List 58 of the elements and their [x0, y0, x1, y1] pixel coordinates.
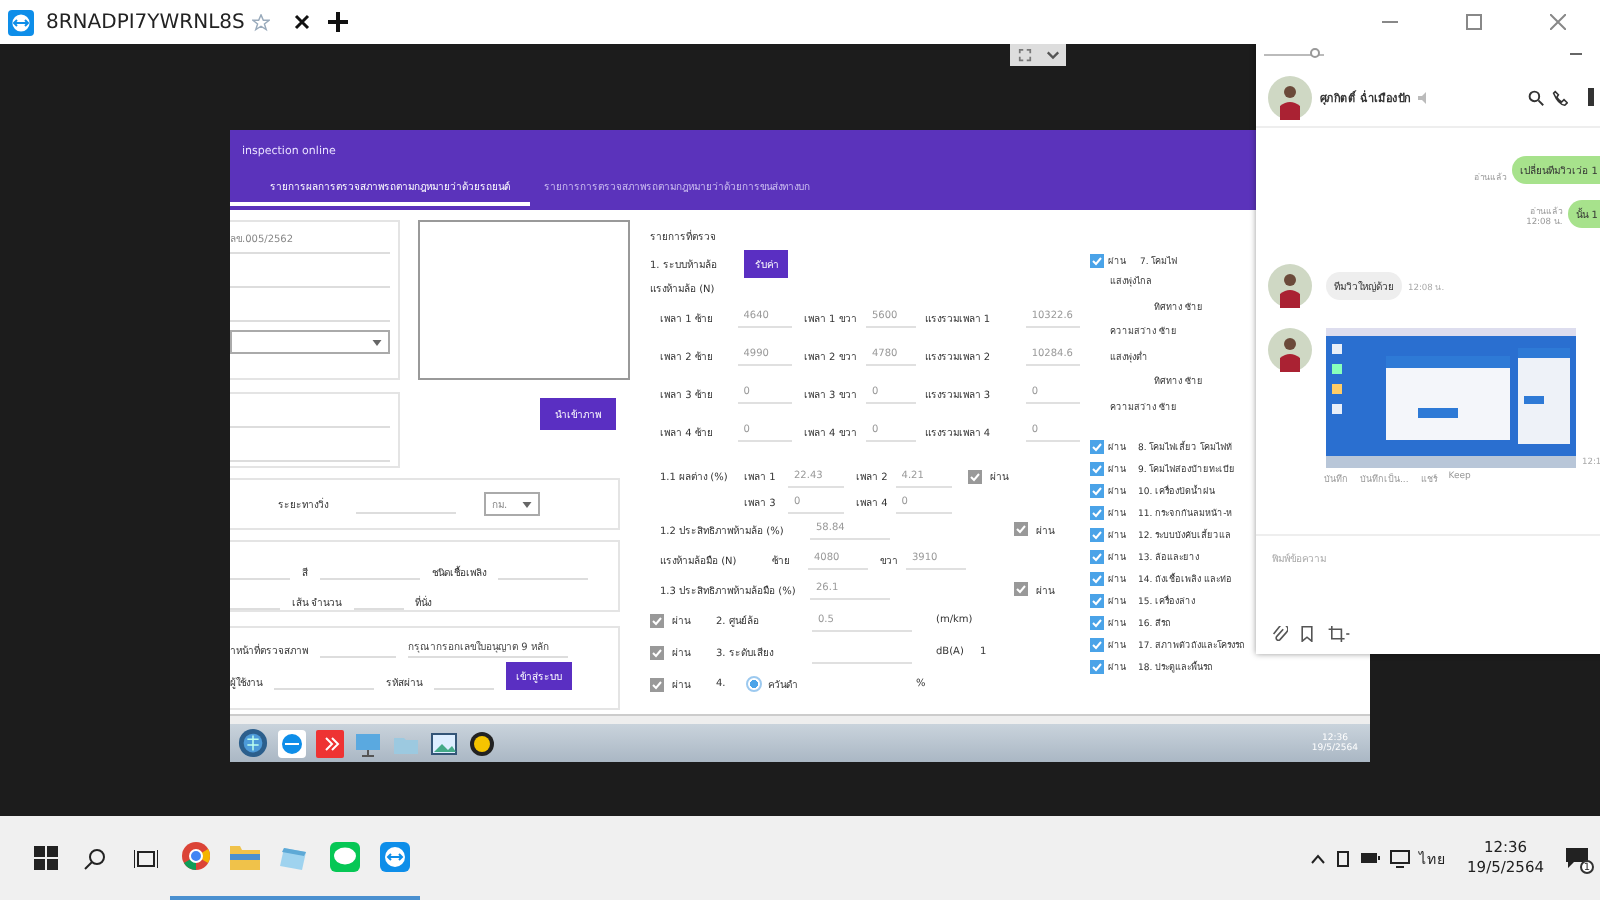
- checkbox[interactable]: [1090, 439, 1104, 454]
- monitor-icon[interactable]: [354, 729, 382, 757]
- caret-icon[interactable]: [1045, 50, 1059, 60]
- search-icon[interactable]: [84, 847, 106, 869]
- checkbox[interactable]: [1090, 637, 1104, 652]
- checkbox[interactable]: [650, 645, 664, 659]
- fullscreen-icon[interactable]: [1017, 48, 1031, 62]
- search-icon[interactable]: [1528, 89, 1544, 105]
- checkbox[interactable]: [1090, 593, 1104, 608]
- remote-control-icon[interactable]: [278, 729, 306, 757]
- checkbox[interactable]: [650, 677, 664, 691]
- bookmark-icon[interactable]: [1300, 626, 1314, 642]
- checkbox[interactable]: [1090, 571, 1104, 586]
- folder-icon[interactable]: [230, 843, 260, 869]
- tab-title[interactable]: 8RNADPI7YWRNL8S: [46, 11, 245, 33]
- checkbox[interactable]: [967, 469, 982, 483]
- add-tab-icon[interactable]: [326, 10, 351, 34]
- chat-app-icon[interactable]: [330, 841, 360, 871]
- badge-app-icon[interactable]: [468, 729, 496, 757]
- attach-icon[interactable]: [1272, 626, 1288, 642]
- remote-control-icon[interactable]: [380, 841, 410, 871]
- checkbox[interactable]: [1090, 527, 1104, 542]
- radio-button[interactable]: [746, 676, 762, 692]
- checkbox[interactable]: [1014, 522, 1028, 536]
- device-icon[interactable]: [1335, 849, 1350, 867]
- remote-control-icon: [8, 9, 34, 35]
- windows-start-icon[interactable]: [33, 846, 57, 870]
- checkbox[interactable]: [1014, 582, 1028, 596]
- dropdown[interactable]: [230, 330, 390, 354]
- image-app-icon[interactable]: [280, 843, 310, 869]
- scrollbar[interactable]: [230, 714, 1370, 724]
- slider-thumb[interactable]: [1310, 48, 1320, 58]
- close-icon[interactable]: [294, 14, 311, 30]
- checkbox[interactable]: [1090, 659, 1104, 674]
- chrome-icon[interactable]: [181, 842, 209, 870]
- avatar: [1268, 328, 1312, 372]
- caret-up-icon[interactable]: [1309, 853, 1326, 863]
- start-orb-icon[interactable]: [238, 728, 268, 758]
- speaker-icon: [1417, 91, 1430, 103]
- checkbox[interactable]: [1090, 549, 1104, 564]
- caret-icon: [522, 501, 532, 507]
- avatar: [1268, 264, 1312, 308]
- task-view-icon[interactable]: [133, 847, 157, 869]
- battery-icon[interactable]: [1359, 852, 1380, 864]
- caret-icon: [372, 339, 382, 345]
- checkbox[interactable]: [1090, 254, 1104, 268]
- avatar: [1268, 75, 1312, 119]
- checkbox[interactable]: [1090, 461, 1104, 476]
- checkbox[interactable]: [1090, 483, 1104, 498]
- phone-icon[interactable]: [1552, 89, 1568, 105]
- minimize-icon[interactable]: [1570, 48, 1582, 60]
- checkbox[interactable]: [1090, 615, 1104, 630]
- image-viewer-icon[interactable]: [430, 729, 458, 757]
- star-icon[interactable]: [252, 13, 271, 31]
- checkbox[interactable]: [650, 613, 664, 627]
- crop-icon[interactable]: [1326, 626, 1352, 642]
- checkbox[interactable]: [1090, 505, 1104, 520]
- maximize-icon[interactable]: [1466, 14, 1482, 30]
